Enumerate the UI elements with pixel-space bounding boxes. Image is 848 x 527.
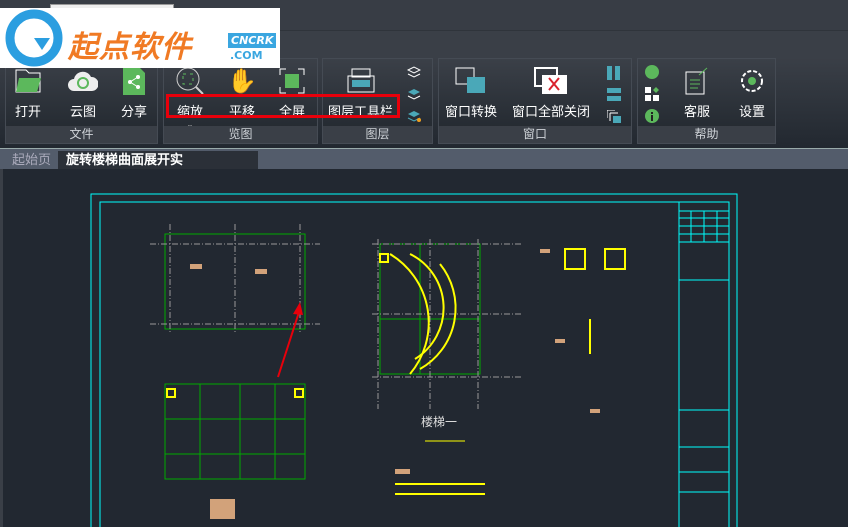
stair-geometry xyxy=(166,248,626,495)
panel-label: 图层 xyxy=(323,126,432,143)
panel-window: 窗口转换 窗口全部关闭 窗口 xyxy=(438,58,632,144)
cloud-view-button[interactable]: 云图 xyxy=(68,67,98,120)
folder-icon xyxy=(15,69,41,93)
open-button[interactable]: 打开 xyxy=(14,67,42,120)
close-windows-icon xyxy=(534,67,567,94)
title-block-grid xyxy=(679,210,729,493)
panel-file: 打开 云图 分享 文件 xyxy=(5,58,158,144)
red-arrow-head xyxy=(293,302,303,315)
settings-label: 设置 xyxy=(738,105,765,120)
logo-icon xyxy=(5,9,63,67)
red-arrow-line xyxy=(277,308,301,378)
axis-lines xyxy=(150,224,522,409)
watermark-logo: 起点软件 CNCRK .COM xyxy=(0,8,280,68)
customer-service-label: 客服 xyxy=(684,105,711,120)
share-label: 分享 xyxy=(121,105,148,120)
drawing-title: 楼梯一 xyxy=(421,415,458,429)
tab-bar: 起始页 旋转楼梯曲面展开实例.dwg× xyxy=(0,148,848,187)
settings-button[interactable]: 设置 xyxy=(738,67,766,120)
tab-drawing[interactable]: 旋转楼梯曲面展开实例.dwg× xyxy=(58,151,258,187)
hand-icon: ✋ xyxy=(227,67,257,95)
panel-label: 帮助 xyxy=(638,126,775,143)
ribbon: 打开 云图 分享 文件 缩放 ⌄ ✋ 平移 全屏 览图 图层工具栏 图层 窗口转换 … xyxy=(0,58,848,148)
highlight-box xyxy=(166,94,400,118)
close-all-windows-label: 窗口全部关闭 xyxy=(512,105,591,120)
drawing-canvas[interactable]: 楼梯一 xyxy=(0,169,848,527)
fullscreen-icon xyxy=(279,68,305,94)
share-button[interactable]: 分享 xyxy=(121,67,147,120)
panel-help: 客服 设置 帮助 xyxy=(637,58,776,144)
cloud-view-label: 云图 xyxy=(69,105,96,120)
layer-toolbar-icon xyxy=(347,68,374,93)
panel-label: 窗口 xyxy=(439,126,631,143)
tab-label: 起始页 xyxy=(12,153,52,168)
panel-label: 文件 xyxy=(6,126,157,143)
window-switch-label: 窗口转换 xyxy=(445,105,498,120)
logo-badge: CNCRK xyxy=(228,33,277,48)
customer-service-button[interactable]: 客服 xyxy=(684,67,710,120)
tile-horizontal-icon[interactable] xyxy=(607,88,621,102)
open-label: 打开 xyxy=(14,105,41,120)
zoom-icon xyxy=(176,67,204,95)
cloud-icon xyxy=(68,71,98,91)
layer-isolate-icon[interactable] xyxy=(407,109,421,123)
apps-icon[interactable] xyxy=(645,87,659,101)
window-switch-button[interactable]: 窗口转换 xyxy=(445,67,497,120)
cad-drawing xyxy=(90,193,738,527)
info-icon[interactable] xyxy=(645,109,659,123)
gear-icon xyxy=(741,70,763,92)
title-block xyxy=(678,201,730,527)
share-icon xyxy=(123,67,145,95)
window-switch-icon xyxy=(455,67,485,93)
plan-outlines xyxy=(164,233,481,480)
panel-label: 览图 xyxy=(164,126,317,143)
tile-vertical-icon[interactable] xyxy=(607,66,621,80)
inner-frame xyxy=(99,201,730,527)
layer-state-icon[interactable] xyxy=(407,65,421,79)
cascade-icon[interactable] xyxy=(607,110,621,124)
notepad-icon xyxy=(685,67,708,95)
close-all-windows-button[interactable]: 窗口全部关闭 xyxy=(512,67,590,120)
tab-start-page[interactable]: 起始页 xyxy=(4,151,59,170)
layer-match-icon[interactable] xyxy=(407,87,421,101)
logo-domain: .COM xyxy=(230,49,263,62)
logo-text: 起点软件 xyxy=(68,30,192,65)
update-icon[interactable] xyxy=(645,65,659,79)
